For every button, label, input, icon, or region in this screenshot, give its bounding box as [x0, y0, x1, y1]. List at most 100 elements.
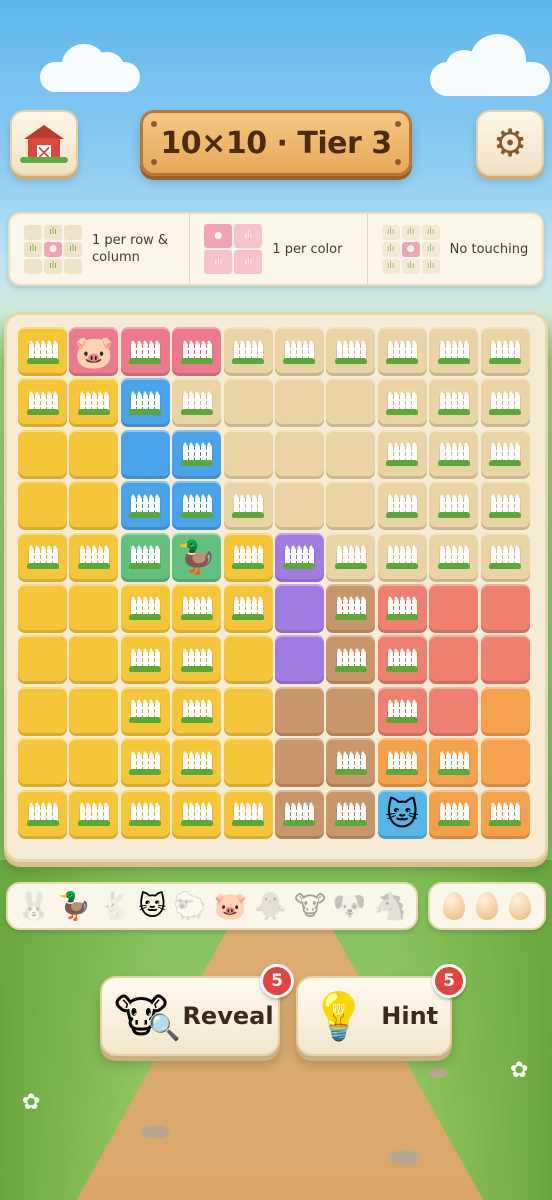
grid-cell[interactable]	[223, 532, 273, 582]
grid-cell[interactable]	[69, 429, 119, 479]
grid-cell[interactable]	[69, 738, 119, 788]
grid-cell[interactable]	[120, 532, 170, 582]
grid-cell[interactable]: 🦆	[172, 532, 222, 582]
grid-cell[interactable]	[326, 429, 376, 479]
grid-cell[interactable]	[377, 635, 427, 685]
grid-cell[interactable]	[274, 327, 324, 376]
grid-cell[interactable]	[223, 686, 273, 736]
grid-cell[interactable]	[69, 532, 119, 582]
grid-cell[interactable]	[326, 686, 376, 736]
grid-cell[interactable]	[172, 635, 222, 685]
grid-cell[interactable]	[18, 481, 67, 531]
grid-cell[interactable]	[274, 481, 324, 531]
grid-cell[interactable]	[18, 789, 67, 839]
grid-cell[interactable]	[172, 327, 222, 376]
grid-cell[interactable]	[69, 635, 119, 685]
grid-cell[interactable]: 🐷	[69, 327, 119, 376]
grid-cell[interactable]	[69, 583, 119, 633]
grid-cell[interactable]	[326, 738, 376, 788]
grid-cell[interactable]	[69, 789, 119, 839]
grid-cell[interactable]	[429, 686, 479, 736]
grid-cell[interactable]	[274, 583, 324, 633]
hint-button[interactable]: 💡 Hint 5	[296, 964, 466, 1056]
grid-cell[interactable]	[429, 378, 479, 428]
grid-cell[interactable]	[480, 378, 530, 428]
grid-cell[interactable]	[223, 635, 273, 685]
grid-cell[interactable]	[172, 583, 222, 633]
home-button[interactable]	[10, 110, 78, 176]
grid-cell[interactable]	[274, 635, 324, 685]
grid-cell[interactable]	[326, 378, 376, 428]
grid-cell[interactable]	[120, 481, 170, 531]
grid-cell[interactable]	[18, 738, 67, 788]
grid-cell[interactable]	[480, 635, 530, 685]
grid-cell[interactable]	[18, 686, 67, 736]
grid-cell[interactable]	[429, 327, 479, 376]
grid-cell[interactable]	[377, 378, 427, 428]
grid-cell[interactable]	[18, 635, 67, 685]
grid-cell[interactable]	[429, 532, 479, 582]
grid-cell[interactable]	[377, 429, 427, 479]
grid-cell[interactable]	[480, 429, 530, 479]
grid-cell[interactable]	[429, 789, 479, 839]
grid-cell[interactable]	[223, 429, 273, 479]
grid-cell[interactable]	[377, 686, 427, 736]
grid-cell[interactable]	[69, 378, 119, 428]
grid-cell[interactable]	[120, 635, 170, 685]
grid-cell[interactable]	[326, 789, 376, 839]
grid-cell[interactable]	[18, 532, 67, 582]
grid-cell[interactable]	[172, 481, 222, 531]
grid-cell[interactable]	[377, 327, 427, 376]
grid-cell[interactable]	[377, 532, 427, 582]
settings-button[interactable]: ⚙	[476, 110, 544, 176]
grid-cell[interactable]	[326, 532, 376, 582]
grid-cell[interactable]	[120, 327, 170, 376]
grid-cell[interactable]	[377, 583, 427, 633]
grid-cell[interactable]	[480, 532, 530, 582]
grid-cell[interactable]	[429, 635, 479, 685]
grid-cell[interactable]	[172, 429, 222, 479]
grid-cell[interactable]	[18, 583, 67, 633]
grid-cell[interactable]	[480, 481, 530, 531]
grid-cell[interactable]	[429, 429, 479, 479]
grid-cell[interactable]	[120, 686, 170, 736]
grid-cell[interactable]	[223, 583, 273, 633]
grid-cell[interactable]	[223, 738, 273, 788]
grid-cell[interactable]	[274, 532, 324, 582]
grid-cell[interactable]	[223, 481, 273, 531]
grid-cell[interactable]	[18, 378, 67, 428]
grid-cell[interactable]	[120, 378, 170, 428]
reveal-button[interactable]: 🐮 🔍 Reveal 5	[100, 964, 294, 1056]
grid-cell[interactable]	[18, 327, 67, 376]
grid-cell[interactable]	[172, 378, 222, 428]
grid-cell[interactable]	[326, 635, 376, 685]
grid-cell[interactable]	[274, 738, 324, 788]
grid-cell[interactable]	[120, 583, 170, 633]
grid-cell[interactable]	[120, 738, 170, 788]
grid-cell[interactable]: 🐱	[377, 789, 427, 839]
grid-cell[interactable]	[326, 583, 376, 633]
grid-cell[interactable]	[326, 327, 376, 376]
grid-cell[interactable]	[223, 378, 273, 428]
grid-cell[interactable]	[326, 481, 376, 531]
grid-cell[interactable]	[429, 583, 479, 633]
grid-cell[interactable]	[274, 789, 324, 839]
grid-cell[interactable]	[69, 481, 119, 531]
grid-cell[interactable]	[223, 327, 273, 376]
grid-cell[interactable]	[274, 429, 324, 479]
grid-cell[interactable]	[480, 789, 530, 839]
grid-cell[interactable]	[172, 789, 222, 839]
grid-cell[interactable]	[377, 738, 427, 788]
grid-cell[interactable]	[172, 738, 222, 788]
grid-cell[interactable]	[69, 686, 119, 736]
grid-cell[interactable]	[480, 327, 530, 376]
grid-cell[interactable]	[377, 481, 427, 531]
grid-cell[interactable]	[172, 686, 222, 736]
grid-cell[interactable]	[274, 686, 324, 736]
grid-cell[interactable]	[120, 429, 170, 479]
grid-cell[interactable]	[223, 789, 273, 839]
grid-cell[interactable]	[120, 789, 170, 839]
grid-cell[interactable]	[18, 429, 67, 479]
grid-cell[interactable]	[480, 686, 530, 736]
grid-cell[interactable]	[480, 583, 530, 633]
